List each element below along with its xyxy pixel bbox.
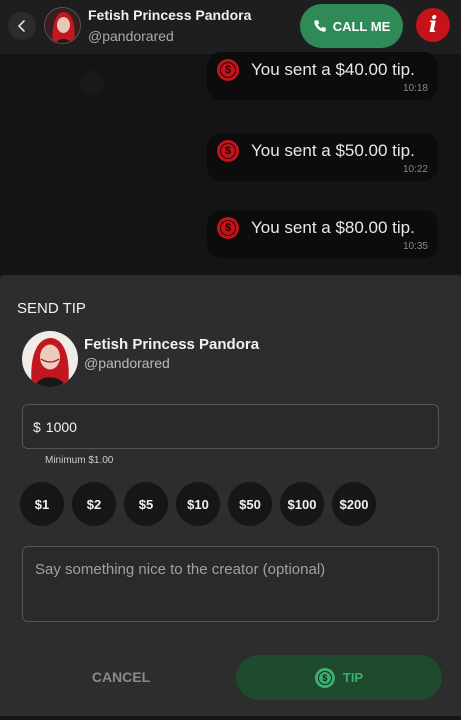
dollar-icon: $	[217, 217, 239, 239]
message-time: 10:35	[402, 241, 428, 252]
avatar[interactable]	[44, 7, 81, 44]
bottom-bar	[0, 716, 461, 720]
preset-amounts: $1 $2 $5 $10 $50 $100 $200	[20, 482, 376, 526]
preset-amount-button[interactable]: $50	[228, 482, 272, 526]
preset-amount-button[interactable]: $200	[332, 482, 376, 526]
currency-symbol: $	[33, 418, 41, 435]
info-button[interactable]: i	[416, 8, 450, 42]
contact-handle: @pandorared	[88, 28, 174, 44]
tip-message: $ You sent a $50.00 tip. 10:22	[207, 133, 438, 181]
chevron-left-icon	[18, 20, 25, 32]
dollar-icon: $	[217, 59, 239, 81]
contact-name: Fetish Princess Pandora	[88, 7, 252, 23]
message-time: 10:22	[402, 164, 428, 175]
tip-message-text: You sent a $50.00 tip.	[251, 141, 415, 160]
send-tip-modal: SEND TIP Fetish Princess Pandora @pandor…	[0, 275, 461, 720]
preset-amount-button[interactable]: $5	[124, 482, 168, 526]
call-me-label: CALL ME	[332, 18, 391, 34]
phone-icon	[314, 20, 326, 32]
preset-amount-button[interactable]: $10	[176, 482, 220, 526]
creator-avatar	[22, 331, 78, 387]
preset-amount-button[interactable]: $2	[72, 482, 116, 526]
send-tip-label: TIP	[342, 670, 364, 685]
tip-message: $ You sent a $80.00 tip. 10:35	[207, 210, 438, 258]
chat-header: Fetish Princess Pandora @pandorared CALL…	[0, 0, 461, 54]
back-button[interactable]	[8, 12, 36, 40]
tip-message-text: You sent a $80.00 tip.	[251, 218, 415, 237]
message-time: 10:18	[402, 83, 428, 94]
preset-amount-button[interactable]: $100	[280, 482, 324, 526]
cancel-button[interactable]: CANCEL	[60, 657, 182, 697]
dollar-coin-icon: $	[314, 667, 335, 688]
minimum-note: Minimum $1.00	[45, 455, 114, 466]
creator-name: Fetish Princess Pandora	[84, 336, 260, 353]
tip-message-input[interactable]: Say something nice to the creator (optio…	[22, 546, 439, 622]
send-tip-button[interactable]: $ TIP	[236, 655, 442, 700]
modal-title: SEND TIP	[17, 300, 86, 317]
call-me-button[interactable]: CALL ME	[300, 4, 403, 48]
creator-handle: @pandorared	[84, 355, 170, 371]
dollar-icon: $	[217, 140, 239, 162]
message-placeholder: Say something nice to the creator (optio…	[35, 561, 326, 578]
tip-amount-value: 1000	[45, 418, 77, 435]
info-icon: i	[428, 12, 438, 38]
tip-message-text: You sent a $40.00 tip.	[251, 60, 415, 79]
preset-amount-button[interactable]: $1	[20, 482, 64, 526]
tip-amount-input[interactable]: $ 1000	[22, 404, 439, 449]
tip-message: $ You sent a $40.00 tip. 10:18	[207, 52, 438, 100]
